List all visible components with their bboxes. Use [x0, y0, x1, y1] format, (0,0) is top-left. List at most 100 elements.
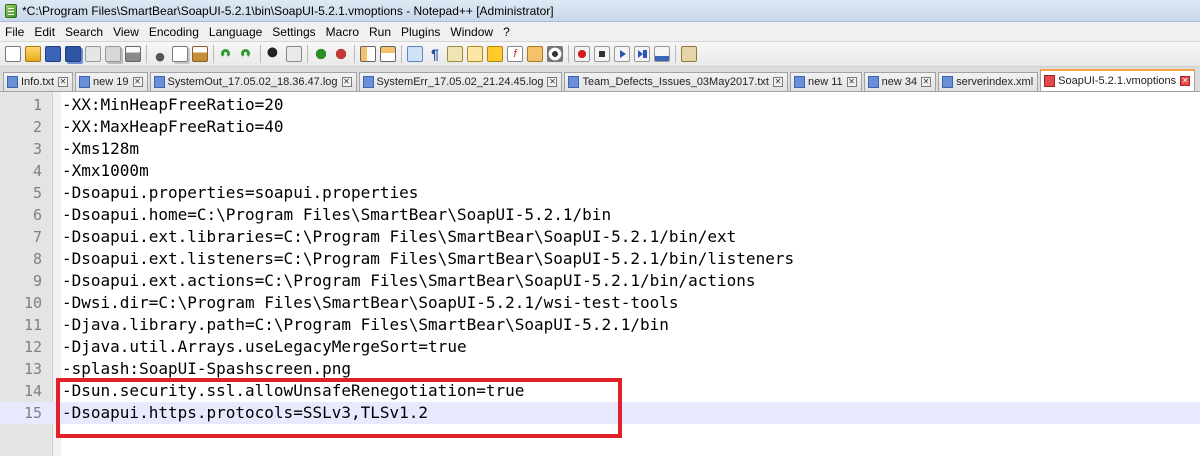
code-text[interactable]: -Djava.library.path=C:\Program Files\Sma…	[62, 314, 669, 336]
close-icon[interactable]: ✕	[846, 77, 857, 87]
code-line[interactable]: 14 -Dsun.security.ssl.allowUnsafeRenegot…	[0, 380, 1200, 402]
save-all-icon[interactable]	[65, 46, 81, 62]
code-line[interactable]: 9 -Dsoapui.ext.actions=C:\Program Files\…	[0, 270, 1200, 292]
code-text[interactable]: -Dsun.security.ssl.allowUnsafeRenegotiat…	[62, 380, 524, 402]
indent-guide-icon[interactable]	[447, 46, 463, 62]
code-text[interactable]: -Dsoapui.properties=soapui.properties	[62, 182, 418, 204]
menu-run[interactable]: Run	[364, 25, 396, 39]
code-text[interactable]: -splash:SoapUI-Spashscreen.png	[62, 358, 351, 380]
close-icon[interactable]: ✕	[547, 77, 558, 87]
monitoring-icon[interactable]	[547, 46, 563, 62]
code-text[interactable]: -Djava.util.Arrays.useLegacyMergeSort=tr…	[62, 336, 467, 358]
paste-icon[interactable]	[192, 46, 208, 62]
menu-edit[interactable]: Edit	[29, 25, 60, 39]
code-text[interactable]: -Dsoapui.https.protocols=SSLv3,TLSv1.2	[62, 402, 428, 424]
undo-icon[interactable]	[219, 46, 235, 62]
code-text[interactable]: -Xms128m	[62, 138, 139, 160]
find-icon[interactable]	[266, 46, 282, 62]
menu-file[interactable]: File	[0, 25, 29, 39]
tab-systemerr-log[interactable]: SystemErr_17.05.02_21.24.45.log ✕	[358, 72, 563, 91]
menu-help[interactable]: ?	[498, 25, 515, 39]
document-tab-bar: Info.txt ✕ new 19 ✕ SystemOut_17.05.02_1…	[0, 67, 1200, 92]
file-icon	[867, 76, 879, 88]
file-icon	[7, 76, 18, 88]
plugin-icon[interactable]	[681, 46, 697, 62]
replace-icon[interactable]	[286, 46, 302, 62]
user-language-icon[interactable]	[467, 46, 483, 62]
menu-search[interactable]: Search	[60, 25, 108, 39]
line-number: 13	[23, 360, 42, 378]
tab-new-11[interactable]: new 11 ✕	[789, 72, 862, 91]
code-text[interactable]: -XX:MaxHeapFreeRatio=40	[62, 116, 284, 138]
tab-serverindex-xml[interactable]: serverindex.xml	[938, 72, 1039, 91]
close-icon[interactable]: ✕	[341, 77, 352, 87]
menu-view[interactable]: View	[108, 25, 144, 39]
tab-info-txt[interactable]: Info.txt ✕	[3, 72, 74, 91]
copy-icon[interactable]	[172, 46, 188, 62]
stop-macro-icon[interactable]	[594, 46, 610, 62]
code-line[interactable]: 4 -Xmx1000m	[0, 160, 1200, 182]
record-macro-icon[interactable]	[574, 46, 590, 62]
toolbar-separator	[213, 45, 214, 63]
menu-plugins[interactable]: Plugins	[396, 25, 445, 39]
play-macro-icon[interactable]	[614, 46, 630, 62]
file-icon	[362, 76, 374, 88]
close-icon[interactable]: ✕	[921, 77, 932, 87]
code-line[interactable]: 11 -Djava.library.path=C:\Program Files\…	[0, 314, 1200, 336]
close-icon[interactable]: ✕	[58, 77, 69, 87]
sync-vertical-icon[interactable]	[360, 46, 376, 62]
menu-window[interactable]: Window	[445, 25, 498, 39]
text-editor[interactable]: 1 -XX:MinHeapFreeRatio=20 2 -XX:MaxHeapF…	[0, 92, 1200, 456]
code-line[interactable]: 1 -XX:MinHeapFreeRatio=20	[0, 94, 1200, 116]
run-macro-multiple-icon[interactable]	[634, 46, 650, 62]
code-text[interactable]: -Xmx1000m	[62, 160, 149, 182]
print-icon[interactable]	[125, 46, 141, 62]
tab-new-19[interactable]: new 19 ✕	[75, 72, 148, 91]
code-text[interactable]: -Dsoapui.ext.actions=C:\Program Files\Sm…	[62, 270, 756, 292]
sync-horizontal-icon[interactable]	[380, 46, 396, 62]
menu-settings[interactable]: Settings	[267, 25, 320, 39]
tab-new-34[interactable]: new 34 ✕	[863, 72, 937, 91]
code-text[interactable]: -XX:MinHeapFreeRatio=20	[62, 94, 284, 116]
function-list-icon[interactable]: f	[507, 46, 523, 62]
open-file-icon[interactable]	[25, 46, 41, 62]
code-line[interactable]: 2 -XX:MaxHeapFreeRatio=40	[0, 116, 1200, 138]
code-line[interactable]: 13 -splash:SoapUI-Spashscreen.png	[0, 358, 1200, 380]
code-text[interactable]: -Dsoapui.ext.listeners=C:\Program Files\…	[62, 248, 794, 270]
tab-team-defects[interactable]: Team_Defects_Issues_03May2017.txt ✕	[564, 72, 788, 91]
redo-icon[interactable]	[239, 46, 255, 62]
code-text[interactable]: -Dsoapui.ext.libraries=C:\Program Files\…	[62, 226, 736, 248]
code-line-current[interactable]: 15 -Dsoapui.https.protocols=SSLv3,TLSv1.…	[0, 402, 1200, 424]
folder-workspace-icon[interactable]	[527, 46, 543, 62]
close-all-icon[interactable]	[105, 46, 121, 62]
zoom-out-icon[interactable]	[333, 46, 349, 62]
menu-language[interactable]: Language	[204, 25, 267, 39]
tab-systemout-log[interactable]: SystemOut_17.05.02_18.36.47.log ✕	[149, 72, 357, 91]
code-line[interactable]: 5 -Dsoapui.properties=soapui.properties	[0, 182, 1200, 204]
word-wrap-icon[interactable]	[407, 46, 423, 62]
tab-soapui-vmoptions[interactable]: SoapUI-5.2.1.vmoptions ✕	[1040, 69, 1196, 91]
zoom-in-icon[interactable]	[313, 46, 329, 62]
close-icon[interactable]	[85, 46, 101, 62]
document-map-icon[interactable]	[487, 46, 503, 62]
cut-icon[interactable]	[152, 46, 168, 62]
tab-label: Info.txt	[21, 76, 55, 88]
code-line[interactable]: 8 -Dsoapui.ext.listeners=C:\Program File…	[0, 248, 1200, 270]
code-text[interactable]: -Dsoapui.home=C:\Program Files\SmartBear…	[62, 204, 611, 226]
save-icon[interactable]	[45, 46, 61, 62]
code-line[interactable]: 6 -Dsoapui.home=C:\Program Files\SmartBe…	[0, 204, 1200, 226]
menu-encoding[interactable]: Encoding	[144, 25, 204, 39]
new-file-icon[interactable]	[5, 46, 21, 62]
code-line[interactable]: 7 -Dsoapui.ext.libraries=C:\Program File…	[0, 226, 1200, 248]
show-all-chars-icon[interactable]: ¶	[427, 46, 443, 62]
code-line[interactable]: 3 -Xms128m	[0, 138, 1200, 160]
code-line[interactable]: 10 -Dwsi.dir=C:\Program Files\SmartBear\…	[0, 292, 1200, 314]
close-icon[interactable]: ✕	[772, 77, 783, 87]
save-macro-icon[interactable]	[654, 46, 670, 62]
line-number: 15	[23, 404, 42, 422]
close-icon[interactable]: ✕	[132, 77, 143, 87]
menu-macro[interactable]: Macro	[321, 25, 364, 39]
code-text[interactable]: -Dwsi.dir=C:\Program Files\SmartBear\Soa…	[62, 292, 679, 314]
close-icon[interactable]: ✕	[1180, 76, 1191, 86]
code-line[interactable]: 12 -Djava.util.Arrays.useLegacyMergeSort…	[0, 336, 1200, 358]
